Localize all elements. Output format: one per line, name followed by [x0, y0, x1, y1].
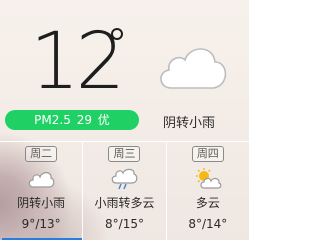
forecast-high: 15°: [122, 217, 144, 231]
sun-cloud-icon: [195, 168, 222, 189]
aqi-level: 优: [97, 113, 110, 127]
current-temperature: 12: [30, 17, 125, 107]
forecast-day-label: 周三: [108, 146, 141, 162]
forecast-day-label: 周二: [25, 146, 58, 162]
forecast-range: 9°/13°: [21, 217, 61, 231]
aqi-badge[interactable]: PM2.5 29 优: [5, 110, 139, 130]
current-condition: 阴转小雨: [163, 116, 216, 131]
forecast-day[interactable]: 周四 多云 8°/14°: [165, 142, 249, 240]
forecast-day-label: 周四: [191, 146, 224, 162]
cloud-icon: [28, 172, 55, 188]
forecast-condition: 多云: [195, 196, 220, 210]
aqi-value: 29: [76, 113, 92, 127]
degree-symbol: [111, 28, 123, 40]
cloud-icon: [160, 48, 227, 89]
forecast-low: 9°: [21, 217, 36, 231]
forecast-day[interactable]: 周二 阴转小雨 9°/13°: [0, 142, 82, 240]
forecast-range: 8°/15°: [105, 217, 144, 231]
forecast-row: 周二 阴转小雨 9°/13° 周三 小雨转多云 8°/15° 周四 多云 8°/…: [0, 141, 249, 240]
forecast-low: 8°: [188, 217, 202, 231]
forecast-range: 8°/14°: [188, 217, 228, 231]
forecast-condition: 阴转小雨: [17, 196, 66, 210]
forecast-day[interactable]: 周三 小雨转多云 8°/15°: [82, 142, 165, 240]
forecast-high: 13°: [39, 217, 61, 231]
forecast-condition: 小雨转多云: [94, 196, 155, 210]
cloud-rain-icon: [112, 168, 138, 190]
forecast-high: 14°: [206, 217, 228, 231]
aqi-label: PM2.5: [34, 113, 71, 127]
weather-widget: 12 PM2.5 29 优 阴转小雨 周二 阴转小雨 9°/13° 周三 小雨转…: [0, 0, 249, 240]
forecast-low: 8°: [105, 217, 119, 231]
